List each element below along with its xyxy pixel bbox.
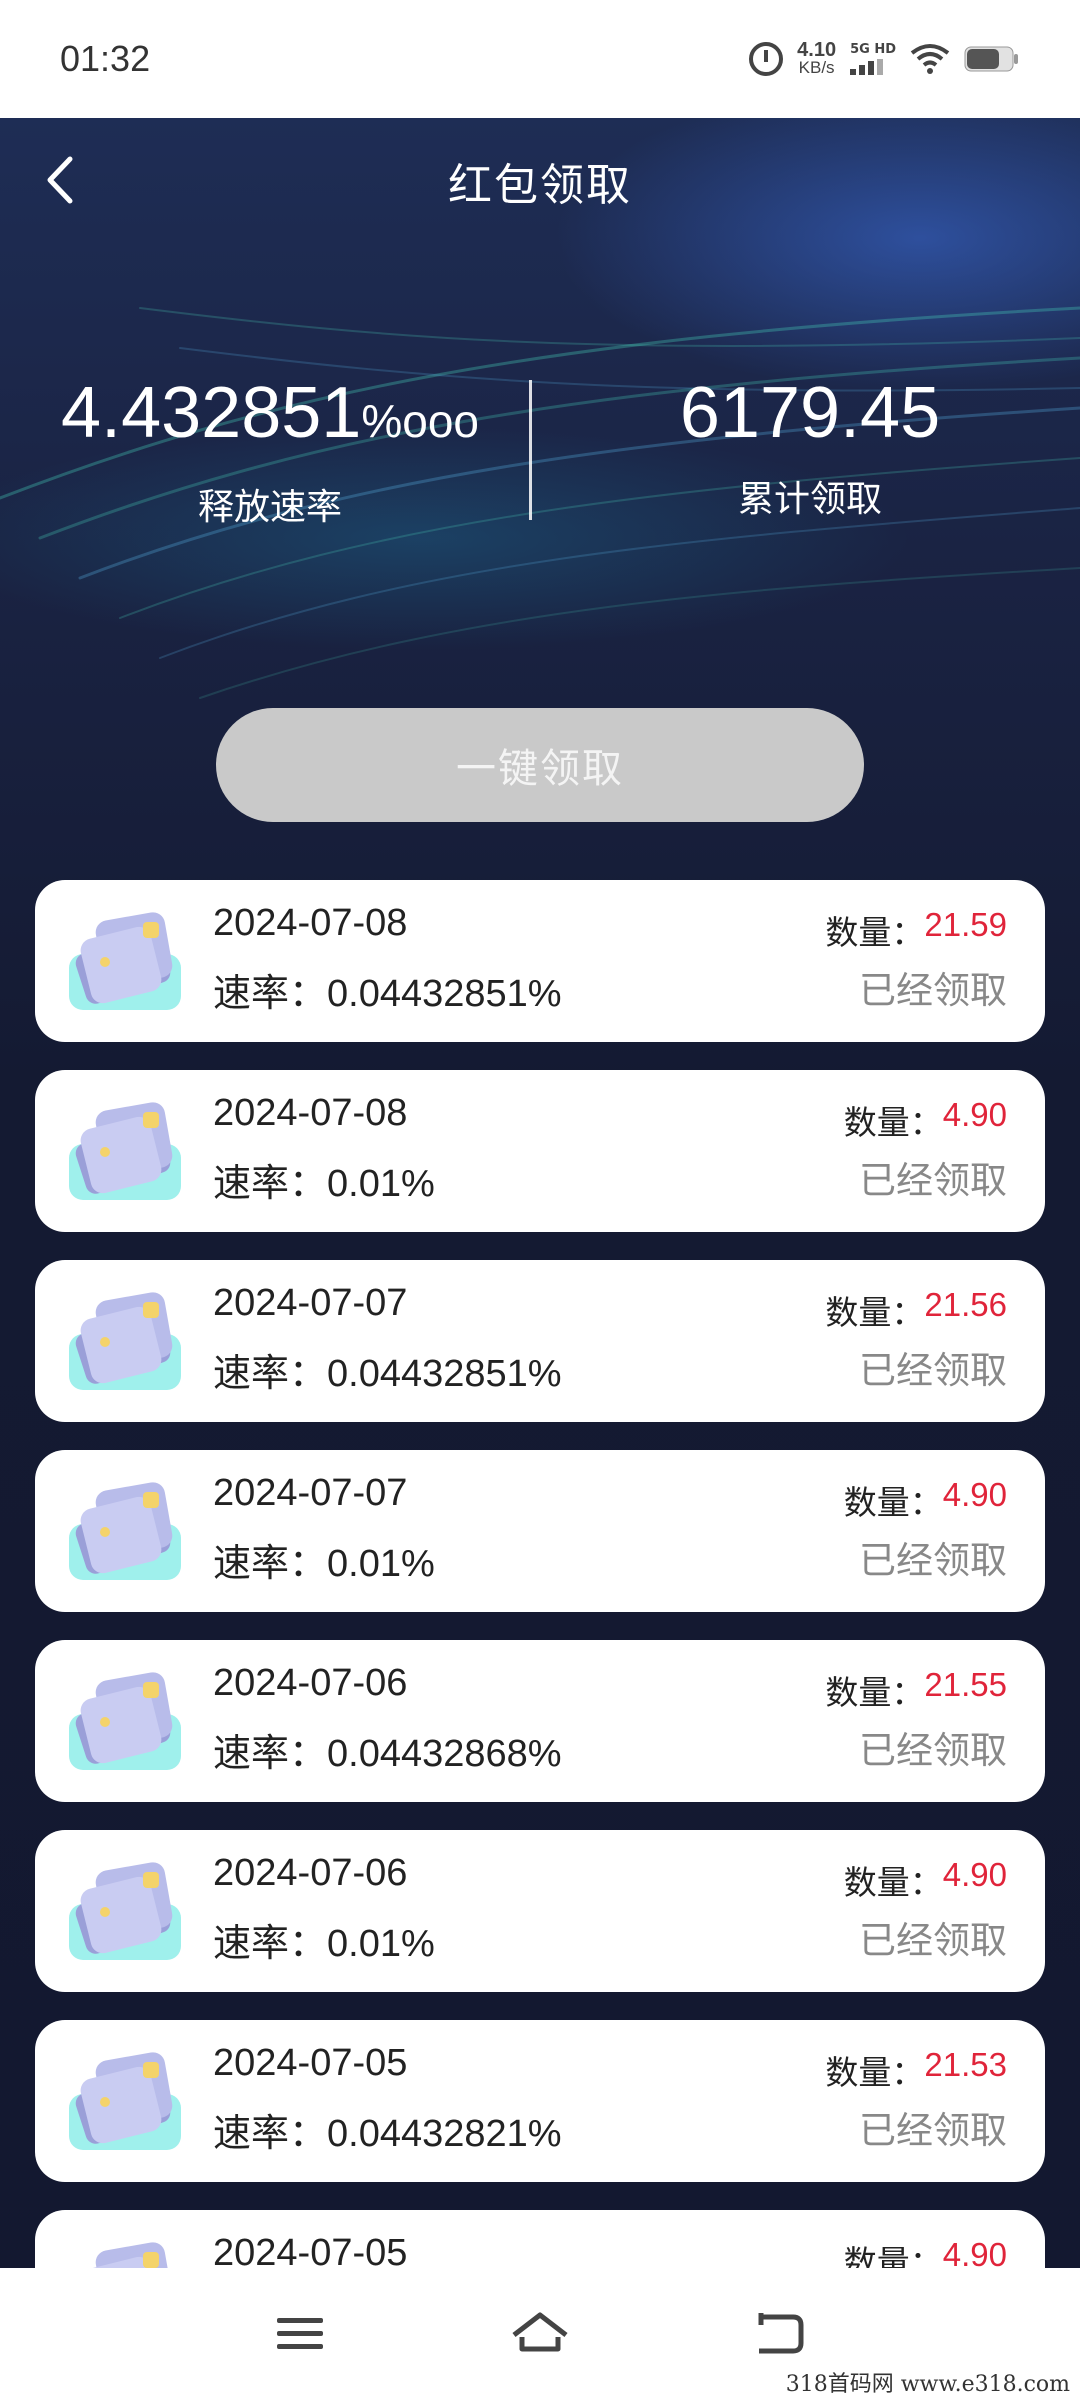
record-status[interactable]: 已经领取 <box>859 1530 1007 1584</box>
record-amount-label: 数量： <box>843 1103 943 1142</box>
record-amount-label: 数量： <box>843 1863 943 1902</box>
nav-bar: 红包领取 <box>0 118 1080 243</box>
record-amount: 数量： 21.56 <box>825 1286 1007 1334</box>
hero-background: 红包领取 4.432851%ooo 释放速率 6179.45 累计领取 一键领取… <box>0 118 1080 2268</box>
record-amount-label: 数量： <box>825 913 925 952</box>
record-date: 2024-07-05 <box>213 2042 408 2084</box>
record-amount-value: 4.90 <box>942 1476 1007 1513</box>
page-title: 红包领取 <box>448 159 632 211</box>
wallet-icon <box>69 1862 181 1960</box>
record-rate: 速率：0.04432851% <box>213 973 562 1015</box>
stats-panel: 4.432851%ooo 释放速率 6179.45 累计领取 <box>0 368 1080 548</box>
total-claimed-stat: 6179.45 累计领取 <box>540 368 1080 548</box>
record-date: 2024-07-08 <box>213 902 408 944</box>
total-claimed-value: 6179.45 <box>679 373 941 453</box>
wallet-icon <box>69 1482 181 1580</box>
record-amount: 数量： 4.90 <box>844 1856 1007 1904</box>
chevron-left-icon <box>47 156 73 204</box>
wifi-icon <box>910 43 950 75</box>
battery-icon <box>964 44 1020 74</box>
record-amount-value: 4.90 <box>942 1096 1007 1133</box>
record-date: 2024-07-05 <box>213 2232 408 2268</box>
release-rate-value: 4.432851%ooo <box>61 368 479 466</box>
status-time: 01:32 <box>60 38 151 79</box>
record-amount-value: 21.59 <box>924 906 1007 943</box>
record-amount-label: 数量： <box>825 1293 925 1332</box>
record-status[interactable]: 已经领取 <box>859 1150 1007 1204</box>
record-card: 2024-07-06 速率：0.04432868% 数量： 21.55 已经领取 <box>35 1640 1045 1802</box>
wallet-icon <box>69 1292 181 1390</box>
network-label: 5G HD <box>850 42 896 57</box>
record-amount-value: 4.90 <box>942 1856 1007 1893</box>
back-button[interactable] <box>30 150 90 210</box>
record-date: 2024-07-06 <box>213 1662 408 1704</box>
record-card: 2024-07-08 速率：0.04432851% 数量： 21.59 已经领取 <box>35 880 1045 1042</box>
record-amount-value: 4.90 <box>942 2236 1007 2268</box>
home-button[interactable] <box>500 2294 580 2374</box>
status-bar: 01:32 4.10 KB/s 5G HD <box>0 0 1080 118</box>
wallet-icon <box>69 1672 181 1770</box>
stats-divider <box>529 380 532 520</box>
record-date: 2024-07-07 <box>213 1282 408 1324</box>
release-rate-label: 释放速率 <box>197 487 342 528</box>
record-status[interactable]: 已经领取 <box>859 1340 1007 1394</box>
release-rate-unit: %ooo <box>361 395 479 447</box>
record-amount-value: 21.56 <box>924 1286 1007 1323</box>
signal-icon: 5G HD <box>850 43 896 75</box>
record-status[interactable]: 已经领取 <box>859 960 1007 1014</box>
record-date: 2024-07-06 <box>213 1852 408 1894</box>
wallet-icon <box>69 912 181 1010</box>
record-amount-label: 数量： <box>843 1483 943 1522</box>
release-rate-stat: 4.432851%ooo 释放速率 <box>0 368 540 548</box>
status-icons: 4.10 KB/s 5G HD <box>749 39 1020 77</box>
record-date: 2024-07-07 <box>213 1472 408 1514</box>
record-amount-label: 数量： <box>825 1673 925 1712</box>
release-rate-number: 4.432851 <box>61 373 362 453</box>
record-amount: 数量： 21.55 <box>825 1666 1007 1714</box>
record-rate: 速率：0.04432868% <box>213 1733 562 1775</box>
record-status[interactable]: 已经领取 <box>859 2100 1007 2154</box>
claim-all-button[interactable]: 一键领取 <box>216 708 864 822</box>
back-icon <box>758 2313 804 2354</box>
record-list: 2024-07-08 速率：0.04432851% 数量： 21.59 已经领取 … <box>35 880 1045 2268</box>
wallet-icon <box>75 2242 173 2268</box>
record-rate: 速率：0.01% <box>213 1923 435 1965</box>
record-status[interactable]: 已经领取 <box>859 1720 1007 1774</box>
net-speed: 4.10 KB/s <box>797 39 837 77</box>
record-card: 2024-07-05 数量： 4.90 <box>35 2210 1045 2268</box>
record-amount: 数量： 4.90 <box>844 2236 1007 2268</box>
record-rate: 速率：0.01% <box>213 1163 435 1205</box>
record-amount: 数量： 4.90 <box>844 1096 1007 1144</box>
record-amount: 数量： 21.59 <box>825 906 1007 954</box>
net-speed-unit: KB/s <box>798 58 835 77</box>
record-rate: 速率：0.01% <box>213 1543 435 1585</box>
record-amount-label: 数量： <box>843 2243 943 2268</box>
record-rate: 速率：0.04432821% <box>213 2113 562 2155</box>
total-claimed-label: 累计领取 <box>737 479 882 520</box>
record-amount-label: 数量： <box>825 2053 925 2092</box>
record-amount-value: 21.55 <box>924 1666 1007 1703</box>
menu-button[interactable] <box>260 2294 340 2374</box>
record-card: 2024-07-05 速率：0.04432821% 数量： 21.53 已经领取 <box>35 2020 1045 2182</box>
wallet-icon <box>69 1102 181 1200</box>
record-card: 2024-07-06 速率：0.01% 数量： 4.90 已经领取 <box>35 1830 1045 1992</box>
record-amount-value: 21.53 <box>924 2046 1007 2083</box>
home-icon <box>512 2312 568 2352</box>
record-amount: 数量： 21.53 <box>825 2046 1007 2094</box>
record-card: 2024-07-07 速率：0.04432851% 数量： 21.56 已经领取 <box>35 1260 1045 1422</box>
menu-icon <box>277 2318 323 2349</box>
record-card: 2024-07-07 速率：0.01% 数量： 4.90 已经领取 <box>35 1450 1045 1612</box>
record-card: 2024-07-08 速率：0.01% 数量： 4.90 已经领取 <box>35 1070 1045 1232</box>
record-rate: 速率：0.04432851% <box>213 1353 562 1395</box>
wallet-icon <box>69 2052 181 2150</box>
alarm-icon <box>749 42 784 76</box>
record-status[interactable]: 已经领取 <box>859 1910 1007 1964</box>
record-date: 2024-07-08 <box>213 1092 408 1134</box>
back-nav-button[interactable] <box>740 2294 820 2374</box>
watermark: 318首码网 www.e318.com <box>785 2372 1070 2397</box>
net-speed-value: 4.10 <box>797 39 837 61</box>
record-amount: 数量： 4.90 <box>844 1476 1007 1524</box>
